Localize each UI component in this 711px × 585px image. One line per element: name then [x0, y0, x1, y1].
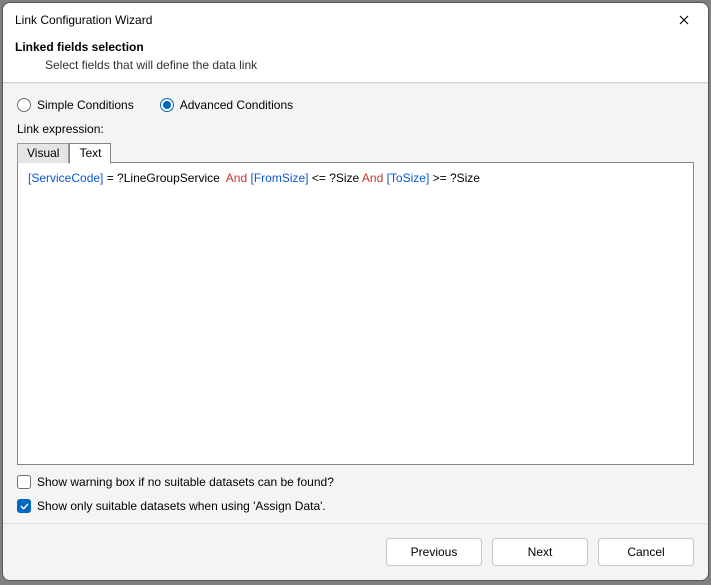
- expr-token-field: [ServiceCode]: [28, 171, 103, 185]
- link-expression-label: Link expression:: [17, 122, 694, 136]
- expression-editor[interactable]: [ServiceCode] = ?LineGroupService And [F…: [17, 162, 694, 465]
- expr-token-plain: >= ?Size: [429, 171, 480, 185]
- checkbox-icon: [17, 499, 31, 513]
- checkbox-icon: [17, 475, 31, 489]
- radio-label: Advanced Conditions: [180, 98, 293, 112]
- dialog-window: Link Configuration Wizard Linked fields …: [2, 2, 709, 581]
- expression-tabstrip: Visual Text: [17, 142, 694, 163]
- tabstrip-spacer: [111, 142, 694, 163]
- option-warn-missing[interactable]: Show warning box if no suitable datasets…: [17, 475, 694, 489]
- radio-label: Simple Conditions: [37, 98, 134, 112]
- expression-tabbox: Visual Text [ServiceCode] = ?LineGroupSe…: [17, 142, 694, 465]
- option-label: Show warning box if no suitable datasets…: [37, 475, 334, 489]
- wizard-footer: Previous Next Cancel: [3, 523, 708, 580]
- expr-token-kw: And: [226, 171, 247, 185]
- radio-icon: [17, 98, 31, 112]
- wizard-body: Simple Conditions Advanced Conditions Li…: [3, 83, 708, 523]
- page-heading: Linked fields selection: [15, 40, 696, 54]
- expr-token-field: [ToSize]: [387, 171, 430, 185]
- tab-visual[interactable]: Visual: [17, 143, 69, 163]
- window-title: Link Configuration Wizard: [15, 13, 152, 27]
- option-only-suitable[interactable]: Show only suitable datasets when using '…: [17, 499, 694, 513]
- radio-simple-conditions[interactable]: Simple Conditions: [17, 98, 134, 112]
- expr-token-field: [FromSize]: [251, 171, 309, 185]
- page-subheading: Select fields that will define the data …: [15, 58, 696, 72]
- tab-text[interactable]: Text: [69, 143, 111, 164]
- close-button[interactable]: [670, 9, 698, 31]
- title-bar: Link Configuration Wizard: [3, 3, 708, 34]
- radio-advanced-conditions[interactable]: Advanced Conditions: [160, 98, 293, 112]
- radio-icon: [160, 98, 174, 112]
- cancel-button[interactable]: Cancel: [598, 538, 694, 566]
- expr-token-plain: <= ?Size: [309, 171, 362, 185]
- option-label: Show only suitable datasets when using '…: [37, 499, 326, 513]
- conditions-radio-group: Simple Conditions Advanced Conditions: [17, 98, 694, 112]
- expr-token-kw: And: [362, 171, 383, 185]
- expr-token-plain: = ?LineGroupService: [103, 171, 225, 185]
- wizard-header: Linked fields selection Select fields th…: [3, 34, 708, 83]
- next-button[interactable]: Next: [492, 538, 588, 566]
- previous-button[interactable]: Previous: [386, 538, 482, 566]
- close-icon: [679, 15, 689, 25]
